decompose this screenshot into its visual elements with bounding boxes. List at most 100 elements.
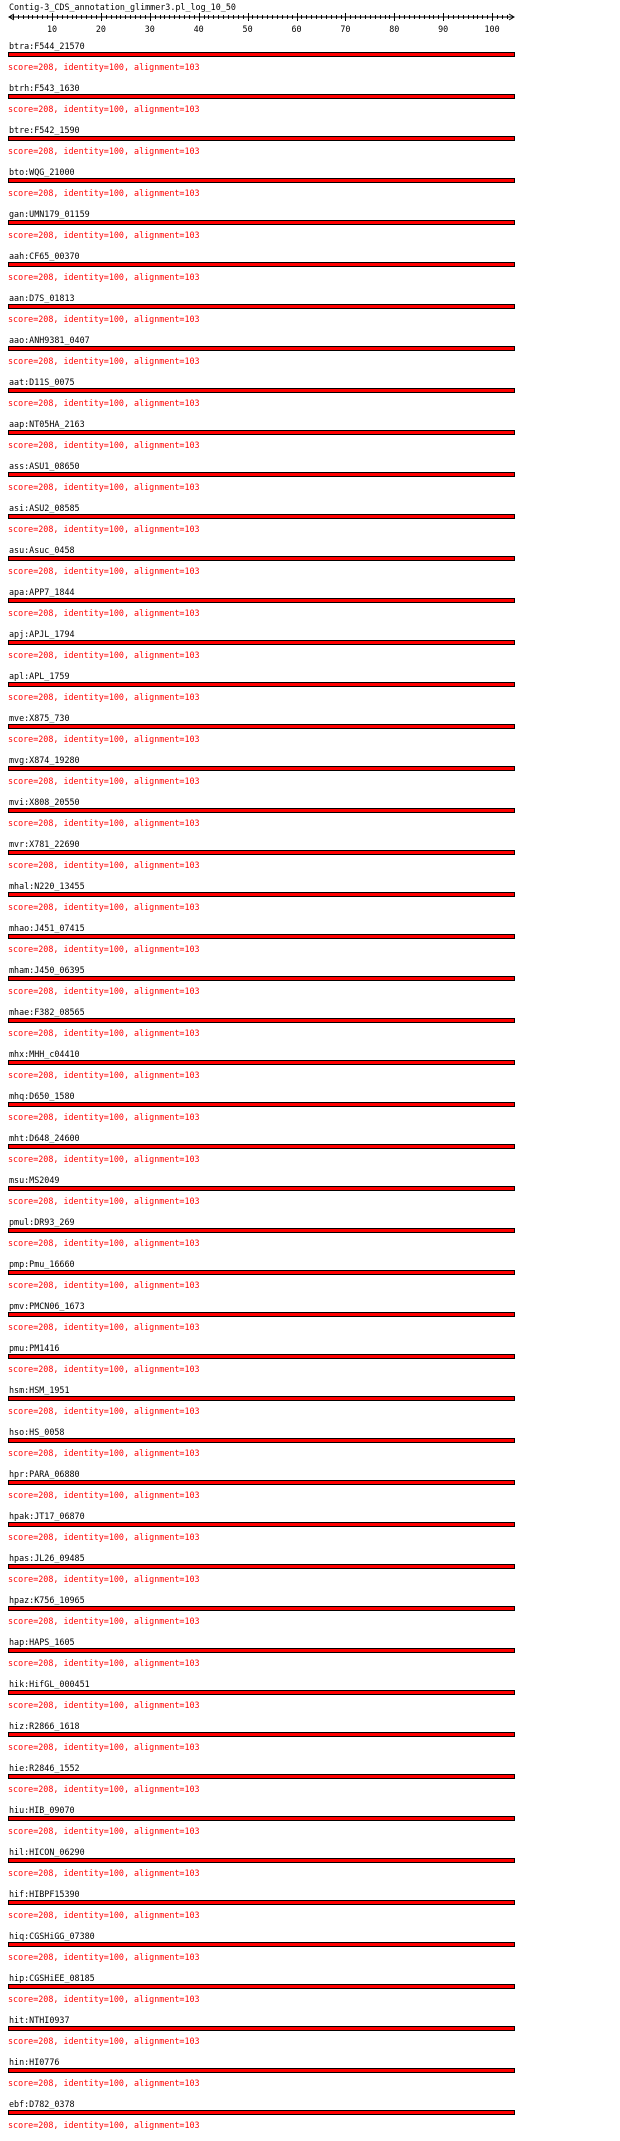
- hit-score: score=208, identity=100, alignment=103: [8, 1574, 200, 1584]
- alignment-bar: [8, 1228, 515, 1233]
- hit-score: score=208, identity=100, alignment=103: [8, 776, 200, 786]
- hit-label: pmul:DR93_269: [9, 1217, 75, 1227]
- hit-score: score=208, identity=100, alignment=103: [8, 1952, 200, 1962]
- hit-score: score=208, identity=100, alignment=103: [8, 524, 200, 534]
- hit-label: hiq:CGSHiGG_07380: [9, 1931, 95, 1941]
- hit-row: btra:F544_21570 score=208, identity=100,…: [0, 41, 620, 83]
- hit-row: hiz:R2866_1618 score=208, identity=100, …: [0, 1721, 620, 1763]
- hit-label: apl:APL_1759: [9, 671, 70, 681]
- hit-label: pmv:PMCN06_1673: [9, 1301, 85, 1311]
- alignment-bar: [8, 1102, 515, 1107]
- alignment-bar: [8, 304, 515, 309]
- hit-label: apj:APJL_1794: [9, 629, 75, 639]
- hit-label: btra:F544_21570: [9, 41, 85, 51]
- hit-label: aan:D7S_01813: [9, 293, 75, 303]
- hit-score: score=208, identity=100, alignment=103: [8, 104, 200, 114]
- hit-row: aah:CF65_00370 score=208, identity=100, …: [0, 251, 620, 293]
- ruler-tick-label: 40: [194, 24, 204, 34]
- hit-label: mvg:X874_19280: [9, 755, 80, 765]
- hit-label: ass:ASU1_08650: [9, 461, 80, 471]
- hit-score: score=208, identity=100, alignment=103: [8, 566, 200, 576]
- hit-score: score=208, identity=100, alignment=103: [8, 1826, 200, 1836]
- alignment-bar: [8, 1270, 515, 1275]
- hit-score: score=208, identity=100, alignment=103: [8, 1616, 200, 1626]
- alignment-bar: [8, 94, 515, 99]
- ruler-tick-label: 90: [438, 24, 448, 34]
- position-ruler: 10 20 30 40 50 60 70 80 90 100: [8, 13, 515, 34]
- hit-row: ebf:D782_0378 score=208, identity=100, a…: [0, 2099, 620, 2141]
- alignment-bar: [8, 2026, 515, 2031]
- hit-row: mvg:X874_19280 score=208, identity=100, …: [0, 755, 620, 797]
- hit-score: score=208, identity=100, alignment=103: [8, 1532, 200, 1542]
- hit-label: hil:HICON_06290: [9, 1847, 85, 1857]
- hit-score: score=208, identity=100, alignment=103: [8, 818, 200, 828]
- hit-row: hiu:HIB_09070 score=208, identity=100, a…: [0, 1805, 620, 1847]
- hit-row: hpak:JT17_06870 score=208, identity=100,…: [0, 1511, 620, 1553]
- alignment-bar: [8, 2068, 515, 2073]
- hit-label: mhal:N220_13455: [9, 881, 85, 891]
- hit-label: hpak:JT17_06870: [9, 1511, 85, 1521]
- hit-score: score=208, identity=100, alignment=103: [8, 1448, 200, 1458]
- hit-label: hso:HS_0058: [9, 1427, 65, 1437]
- hit-score: score=208, identity=100, alignment=103: [8, 1154, 200, 1164]
- hit-row: hpaz:K756_10965 score=208, identity=100,…: [0, 1595, 620, 1637]
- hit-label: hpaz:K756_10965: [9, 1595, 85, 1605]
- hit-row: hsm:HSM_1951 score=208, identity=100, al…: [0, 1385, 620, 1427]
- hit-score: score=208, identity=100, alignment=103: [8, 860, 200, 870]
- alignment-bar: [8, 1942, 515, 1947]
- hit-score: score=208, identity=100, alignment=103: [8, 608, 200, 618]
- alignment-bar: [8, 1690, 515, 1695]
- alignment-bar: [8, 934, 515, 939]
- hit-row: mhx:MHH_c04410 score=208, identity=100, …: [0, 1049, 620, 1091]
- hit-label: hif:HIBPF15390: [9, 1889, 80, 1899]
- hit-score: score=208, identity=100, alignment=103: [8, 2120, 200, 2130]
- hit-label: btrh:F543_1630: [9, 83, 80, 93]
- alignment-bar: [8, 220, 515, 225]
- hit-score: score=208, identity=100, alignment=103: [8, 1280, 200, 1290]
- alignment-bar: [8, 1396, 515, 1401]
- ruler-tick-label: 100: [485, 24, 500, 34]
- hit-row: asi:ASU2_08585 score=208, identity=100, …: [0, 503, 620, 545]
- alignment-bar: [8, 1060, 515, 1065]
- hit-label: asi:ASU2_08585: [9, 503, 80, 513]
- hit-label: hik:HifGL_000451: [9, 1679, 90, 1689]
- alignment-bar: [8, 1984, 515, 1989]
- hit-label: mhq:D650_1580: [9, 1091, 75, 1101]
- ruler-tick-label: 30: [145, 24, 155, 34]
- hit-score: score=208, identity=100, alignment=103: [8, 398, 200, 408]
- hit-score: score=208, identity=100, alignment=103: [8, 1406, 200, 1416]
- hit-row: mvi:X808_20550 score=208, identity=100, …: [0, 797, 620, 839]
- alignment-bar: [8, 850, 515, 855]
- hit-label: aap:NT05HA_2163: [9, 419, 85, 429]
- hit-label: hin:HI0776: [9, 2057, 60, 2067]
- hit-row: apj:APJL_1794 score=208, identity=100, a…: [0, 629, 620, 671]
- hit-label: mhao:J451_07415: [9, 923, 85, 933]
- hit-score: score=208, identity=100, alignment=103: [8, 2036, 200, 2046]
- hit-label: apa:APP7_1844: [9, 587, 75, 597]
- alignment-bar: [8, 1480, 515, 1485]
- alignment-bar: [8, 1732, 515, 1737]
- hit-score: score=208, identity=100, alignment=103: [8, 692, 200, 702]
- hit-row: msu:MS2049 score=208, identity=100, alig…: [0, 1175, 620, 1217]
- hit-row: aat:D11S_0075 score=208, identity=100, a…: [0, 377, 620, 419]
- alignment-bar: [8, 472, 515, 477]
- alignment-bar: [8, 1606, 515, 1611]
- alignment-bar: [8, 808, 515, 813]
- hit-row: hap:HAPS_1605 score=208, identity=100, a…: [0, 1637, 620, 1679]
- hit-row: pmu:PM1416 score=208, identity=100, alig…: [0, 1343, 620, 1385]
- hit-score: score=208, identity=100, alignment=103: [8, 944, 200, 954]
- alignment-bar: [8, 1018, 515, 1023]
- hit-row: asu:Asuc_0458 score=208, identity=100, a…: [0, 545, 620, 587]
- hit-row: mht:D648_24600 score=208, identity=100, …: [0, 1133, 620, 1175]
- alignment-bar: [8, 262, 515, 267]
- alignment-bar: [8, 976, 515, 981]
- alignment-bar: [8, 724, 515, 729]
- hit-score: score=208, identity=100, alignment=103: [8, 1364, 200, 1374]
- hit-label: hit:NTHI0937: [9, 2015, 70, 2025]
- alignment-bar: [8, 892, 515, 897]
- hit-row: mvr:X781_22690 score=208, identity=100, …: [0, 839, 620, 881]
- ruler-tick-label: 60: [291, 24, 301, 34]
- hit-score: score=208, identity=100, alignment=103: [8, 440, 200, 450]
- hit-label: mht:D648_24600: [9, 1133, 80, 1143]
- hit-score: score=208, identity=100, alignment=103: [8, 1028, 200, 1038]
